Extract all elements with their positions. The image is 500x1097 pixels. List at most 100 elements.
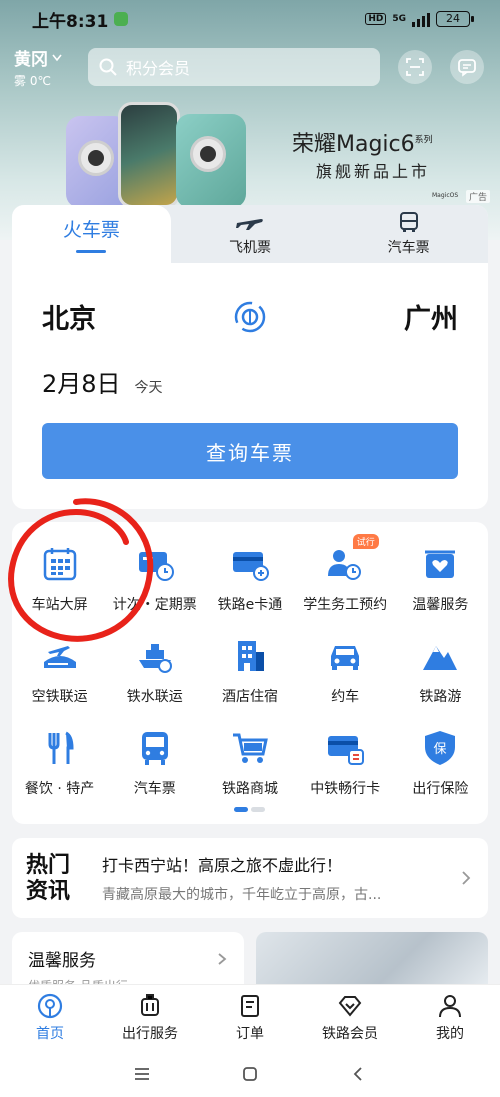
train-card-icon (328, 736, 365, 765)
nav-label: 出行服务 (122, 1025, 178, 1042)
service-rail-water[interactable]: 铁水联运 (107, 632, 202, 712)
home-square-icon[interactable] (241, 1065, 259, 1083)
service-label: 空铁联运 (31, 689, 88, 705)
tab-bus[interactable]: 汽车票 (329, 205, 488, 263)
service-label: 车站大屏 (31, 597, 88, 613)
service-food[interactable]: 餐饮 · 特产 (12, 724, 107, 804)
order-list-icon (241, 994, 259, 1017)
service-label: 约车 (331, 689, 360, 705)
status-indicators: HD 5G 24 (365, 11, 474, 27)
luggage-icon (141, 993, 159, 1016)
nav-travel-service[interactable]: 出行服务 (100, 985, 200, 1050)
nav-label: 订单 (236, 1025, 264, 1042)
service-label: 酒店住宿 (221, 689, 278, 705)
nav-profile[interactable]: 我的 (400, 985, 500, 1050)
train-plane-icon (43, 646, 76, 668)
message-button[interactable] (450, 50, 484, 84)
service-label: 温馨服务 (412, 597, 469, 613)
phone-image (118, 102, 180, 208)
service-warm[interactable]: 温馨服务 (393, 540, 488, 620)
menu-icon[interactable] (133, 1066, 151, 1082)
message-icon (458, 59, 476, 77)
location-selector[interactable]: 黄冈 雾 0℃ (14, 45, 88, 89)
hot-news-card[interactable]: 热门 资讯 打卡西宁站！高原之旅不虚此行！ 青藏高原最大的城市，千年屹立于高原，… (12, 838, 488, 918)
to-station[interactable]: 广州 (404, 297, 458, 336)
service-bus-ticket[interactable]: 汽车票 (107, 724, 202, 804)
tab-flight[interactable]: 飞机票 (171, 205, 330, 263)
weather-text: 雾 0℃ (14, 74, 51, 88)
phone-image (176, 114, 246, 208)
service-label: 铁路e卡通 (217, 597, 283, 613)
calendar-grid-icon (43, 548, 76, 581)
ticket-search-card: 火车票 飞机票 汽车票 北京 广州 2月8日 今天 查询车票 (12, 205, 488, 509)
search-input[interactable]: 积分会员 (88, 48, 380, 86)
date-note: 今天 (134, 380, 163, 396)
nav-label: 我的 (436, 1025, 464, 1042)
nav-label: 首页 (36, 1025, 64, 1042)
from-station[interactable]: 北京 (42, 297, 96, 336)
scan-icon (406, 58, 424, 76)
cart-icon (232, 733, 268, 763)
nav-membership[interactable]: 铁路会员 (300, 985, 400, 1050)
ad-os-label: MagicOS (432, 192, 459, 199)
swap-stations-icon[interactable] (233, 300, 267, 334)
service-student-worker[interactable]: 试行 学生务工预约 (298, 534, 393, 620)
query-tickets-button[interactable]: 查询车票 (42, 423, 458, 479)
service-label: 学生务工预约 (303, 597, 388, 613)
ticket-clock-icon (138, 552, 174, 581)
warm-service-card[interactable]: 温馨服务 优质服务 品质出行 (12, 932, 244, 993)
warm-service-title: 温馨服务 (28, 951, 96, 971)
service-mall[interactable]: 铁路商城 (202, 724, 297, 804)
date-selector[interactable]: 2月8日 今天 (12, 336, 488, 399)
news-desc: 青藏高原最大的城市，千年屹立于高原，古... (102, 887, 382, 903)
service-label: 中铁畅行卡 (310, 781, 381, 797)
service-rail-tour[interactable]: 铁路游 (393, 632, 488, 712)
service-car[interactable]: 约车 (298, 632, 393, 712)
service-hotel[interactable]: 酒店住宿 (202, 632, 297, 712)
service-label: 餐饮 · 特产 (24, 781, 95, 797)
promo-image-card[interactable] (256, 932, 488, 992)
service-label: 铁水联运 (126, 689, 183, 705)
tab-train[interactable]: 火车票 (12, 205, 171, 263)
city-name: 黄冈 (14, 50, 48, 70)
ticket-tabs: 火车票 飞机票 汽车票 (12, 205, 488, 263)
services-grid: 车站大屏 计次・定期票 铁路e卡通 试行 学生务工预约 温馨服务 空铁联运 铁水… (12, 534, 488, 804)
service-label: 铁路商城 (221, 781, 278, 797)
services-card: 车站大屏 计次・定期票 铁路e卡通 试行 学生务工预约 温馨服务 空铁联运 铁水… (12, 522, 488, 824)
svg-text:保: 保 (434, 742, 447, 757)
bus-icon (141, 732, 168, 765)
shield-icon: 保 (425, 731, 456, 765)
service-ecard[interactable]: 铁路e卡通 (202, 540, 297, 620)
service-periodic-ticket[interactable]: 计次・定期票 (107, 540, 202, 620)
service-travel-card[interactable]: 中铁畅行卡 (298, 724, 393, 804)
nav-home[interactable]: 首页 (0, 985, 100, 1050)
back-icon[interactable] (349, 1065, 367, 1083)
status-time: 上午8:31 (32, 11, 109, 32)
news-title: 打卡西宁站！高原之旅不虚此行！ (102, 856, 343, 875)
ad-banner[interactable]: 荣耀Magic6系列 旗舰新品上市 MagicOS 广告 (0, 96, 500, 208)
bus-icon (399, 212, 418, 232)
chevron-down-icon (52, 54, 62, 61)
hd-icon: HD (365, 13, 387, 25)
car-icon (331, 646, 360, 670)
network-type: 5G (392, 14, 406, 24)
nav-orders[interactable]: 订单 (200, 985, 300, 1050)
service-label: 铁路游 (419, 689, 462, 705)
tab-label: 汽车票 (387, 240, 430, 256)
chevron-right-icon (462, 871, 471, 885)
signal-icon (412, 11, 430, 27)
airplane-icon (236, 219, 263, 230)
scan-button[interactable] (398, 50, 432, 84)
service-insurance[interactable]: 保 出行保险 (393, 724, 488, 804)
system-navigation-bar (0, 1050, 500, 1097)
tab-label: 火车票 (62, 219, 120, 241)
battery-icon: 24 (436, 11, 474, 27)
service-air-rail[interactable]: 空铁联运 (12, 632, 107, 712)
service-station-screen[interactable]: 车站大屏 (12, 540, 107, 620)
route-row: 北京 广州 (12, 263, 488, 336)
service-label: 出行保险 (412, 781, 469, 797)
status-bar: 上午8:31 HD 5G 24 (0, 0, 500, 38)
search-icon (99, 58, 117, 76)
utensils-icon (48, 731, 74, 764)
ad-subtitle: 旗舰新品上市 (316, 162, 431, 181)
